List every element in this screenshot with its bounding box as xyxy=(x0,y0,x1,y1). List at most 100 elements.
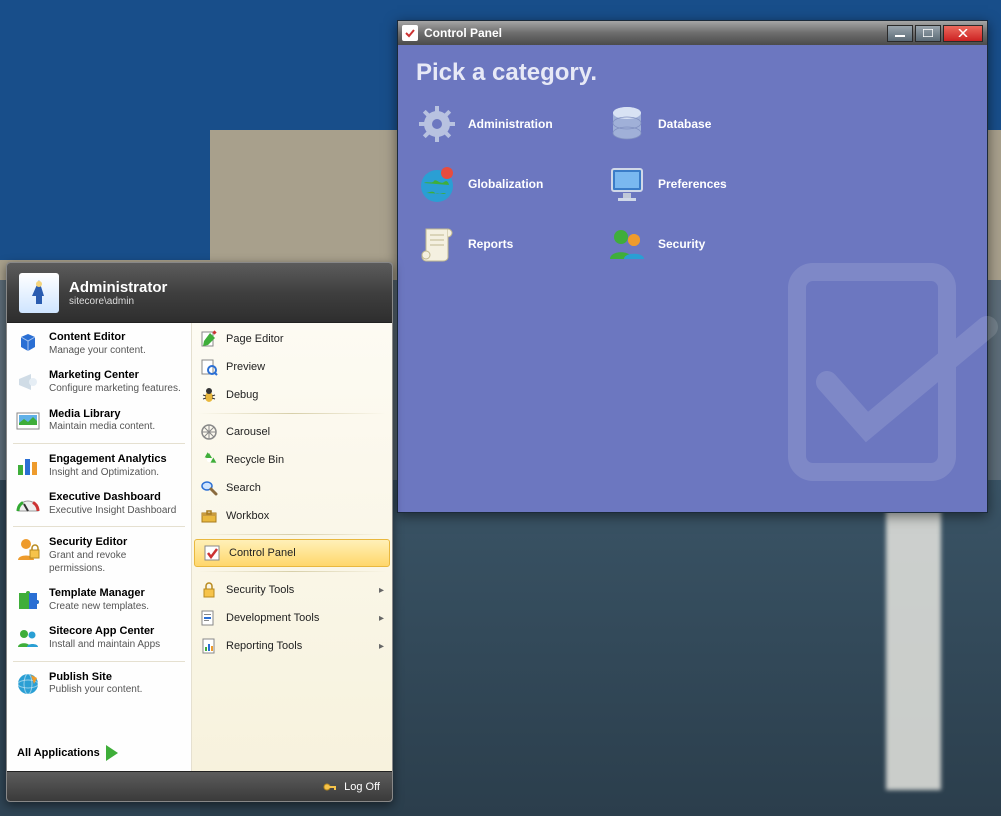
start-menu-left-item[interactable]: Publish SitePublish your content. xyxy=(7,665,191,703)
start-menu-left-item[interactable]: Content EditorManage your content. xyxy=(7,325,191,363)
start-menu-right-item[interactable]: Page Editor xyxy=(192,325,392,353)
all-applications-label: All Applications xyxy=(17,747,100,759)
start-menu-right-item[interactable]: Recycle Bin xyxy=(192,446,392,474)
gear-icon xyxy=(416,103,458,145)
category-label: Reports xyxy=(468,237,513,251)
item-title: Publish Site xyxy=(49,671,142,685)
item-title: Content Editor xyxy=(49,331,146,345)
control-panel-category[interactable]: Preferences xyxy=(606,163,786,205)
item-desc: Install and maintain Apps xyxy=(49,639,160,652)
search-icon xyxy=(200,479,218,497)
globe-publish-icon xyxy=(15,671,41,697)
control-panel-body: Pick a category. Administration Database G… xyxy=(398,45,987,512)
item-title: Engagement Analytics xyxy=(49,453,167,467)
start-menu-left-item[interactable]: Security EditorGrant and revoke permissi… xyxy=(7,530,191,581)
start-menu-right-item[interactable]: Preview xyxy=(192,353,392,381)
log-off-button[interactable]: Log Off xyxy=(322,779,380,795)
play-arrow-icon xyxy=(106,745,118,761)
devtools-icon xyxy=(200,609,218,627)
item-desc: Configure marketing features. xyxy=(49,383,181,396)
controlpanel-icon xyxy=(402,25,418,41)
controlpanel-icon xyxy=(203,544,221,562)
preview-icon xyxy=(200,358,218,376)
minimize-button[interactable] xyxy=(887,25,913,42)
start-menu-right-item[interactable]: Development Tools ▸ xyxy=(192,604,392,632)
control-panel-heading: Pick a category. xyxy=(416,59,969,87)
wallpaper-tower-reflection xyxy=(886,490,941,790)
window-title: Control Panel xyxy=(424,26,502,40)
start-menu-right-item[interactable]: Security Tools▸ xyxy=(192,576,392,604)
category-label: Globalization xyxy=(468,177,543,191)
item-title: Security Editor xyxy=(49,536,183,550)
bug-icon xyxy=(200,386,218,404)
item-desc: Insight and Optimization. xyxy=(49,467,167,480)
user-avatar xyxy=(19,273,59,313)
picture-icon xyxy=(15,408,41,434)
user-domain: sitecore\admin xyxy=(69,296,167,307)
start-menu-footer: Log Off xyxy=(7,771,392,801)
category-label: Database xyxy=(658,117,711,131)
item-label: Security Tools xyxy=(226,584,294,596)
start-menu-left-item[interactable]: Template ManagerCreate new templates. xyxy=(7,581,191,619)
item-label: Development Tools xyxy=(226,612,319,624)
item-desc: Manage your content. xyxy=(49,345,146,358)
start-menu-left-item[interactable]: Sitecore App CenterInstall and maintain … xyxy=(7,619,191,657)
report-icon xyxy=(200,637,218,655)
puzzle-icon xyxy=(15,587,41,613)
item-title: Executive Dashboard xyxy=(49,491,176,505)
control-panel-category[interactable]: Security xyxy=(606,223,786,265)
control-panel-category[interactable]: Administration xyxy=(416,103,596,145)
bullhorn-icon xyxy=(15,369,41,395)
item-desc: Create new templates. xyxy=(49,601,149,614)
item-label: Carousel xyxy=(226,426,270,438)
monitor-icon xyxy=(606,163,648,205)
category-label: Preferences xyxy=(658,177,727,191)
item-label: Reporting Tools xyxy=(226,640,302,652)
chevron-right-icon: ▸ xyxy=(379,641,384,652)
item-label: Search xyxy=(226,482,261,494)
start-menu-right-item[interactable]: Workbox xyxy=(192,502,392,530)
start-menu-right-item[interactable]: Control Panel xyxy=(194,539,390,567)
start-menu-left-item[interactable]: Media LibraryMaintain media content. xyxy=(7,402,191,440)
start-menu-right-item[interactable]: Reporting Tools ▸ xyxy=(192,632,392,660)
start-menu: Administrator sitecore\admin Content Edi… xyxy=(6,262,393,802)
item-label: Control Panel xyxy=(229,547,296,559)
user-name: Administrator xyxy=(69,279,167,296)
item-desc: Maintain media content. xyxy=(49,421,155,434)
start-menu-right-column: Page Editor Preview Debug Carousel Recycle B… xyxy=(192,323,392,771)
people-icon xyxy=(15,625,41,651)
window-titlebar[interactable]: Control Panel xyxy=(398,21,987,45)
start-menu-left-item[interactable]: Engagement AnalyticsInsight and Optimiza… xyxy=(7,447,191,485)
control-panel-window: Control Panel Pick a category. Administr… xyxy=(397,20,988,513)
chevron-right-icon: ▸ xyxy=(379,613,384,624)
maximize-button[interactable] xyxy=(915,25,941,42)
database-icon xyxy=(606,103,648,145)
start-menu-left-item[interactable]: Executive DashboardExecutive Insight Das… xyxy=(7,485,191,523)
control-panel-category[interactable]: Globalization xyxy=(416,163,596,205)
start-menu-header: Administrator sitecore\admin xyxy=(7,263,392,323)
item-desc: Grant and revoke permissions. xyxy=(49,550,183,575)
users-icon xyxy=(606,223,648,265)
close-button[interactable] xyxy=(943,25,983,42)
log-off-label: Log Off xyxy=(344,781,380,793)
all-applications-button[interactable]: All Applications xyxy=(7,735,191,771)
start-menu-right-item[interactable]: Debug xyxy=(192,381,392,409)
control-panel-category[interactable]: Database xyxy=(606,103,786,145)
item-title: Media Library xyxy=(49,408,155,422)
gauge-icon xyxy=(15,491,41,517)
item-title: Marketing Center xyxy=(49,369,181,383)
globe-icon xyxy=(416,163,458,205)
control-panel-category[interactable]: Reports xyxy=(416,223,596,265)
item-label: Workbox xyxy=(226,510,269,522)
lock-icon xyxy=(200,581,218,599)
key-icon xyxy=(322,779,338,795)
start-menu-right-item[interactable]: Search xyxy=(192,474,392,502)
category-label: Administration xyxy=(468,117,553,131)
item-label: Debug xyxy=(226,389,258,401)
item-title: Sitecore App Center xyxy=(49,625,160,639)
item-label: Preview xyxy=(226,361,265,373)
item-desc: Publish your content. xyxy=(49,684,142,697)
start-menu-right-item[interactable]: Carousel xyxy=(192,418,392,446)
item-desc: Executive Insight Dashboard xyxy=(49,505,176,518)
start-menu-left-item[interactable]: Marketing CenterConfigure marketing feat… xyxy=(7,363,191,401)
